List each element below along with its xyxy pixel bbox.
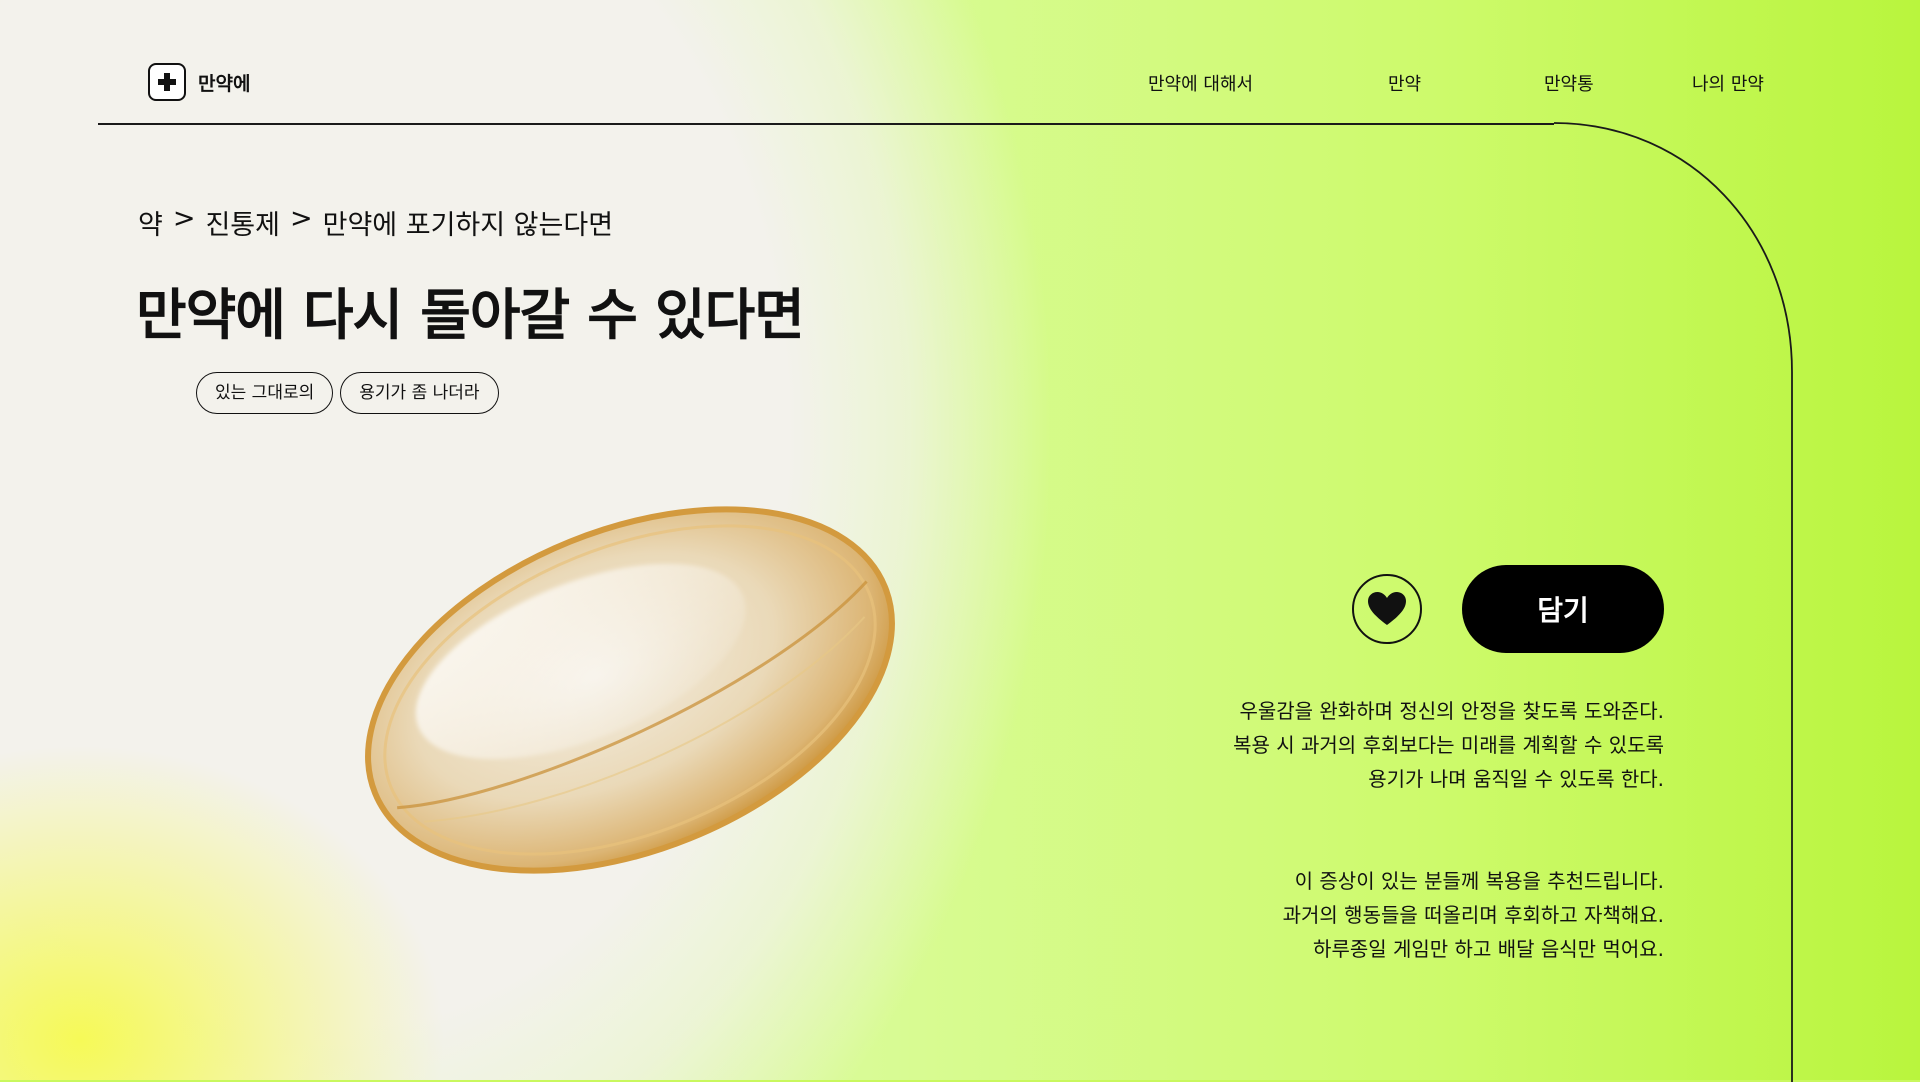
breadcrumb-item-drug[interactable]: 약 [138,203,163,242]
nav-item-manyaktong[interactable]: 만약통 [1544,70,1594,95]
nav-item-my-manyak[interactable]: 나의 만약 [1692,70,1764,95]
description-line: 우울감을 완화하며 정신의 안정을 찾도록 도와준다. [1239,699,1664,723]
description-line: 용기가 나며 움직일 수 있도록 한다. [1368,767,1664,791]
nav-link-manyak[interactable]: 만약 [1388,74,1421,95]
product-image-capsule [330,480,930,904]
breadcrumb-item-painkiller[interactable]: 진통제 [205,203,280,242]
product-title: 만약에 다시 돌아갈 수 있다면 [136,283,805,347]
medical-cross-icon [148,63,186,101]
tag-chip[interactable]: 있는 그대로의 [196,372,334,414]
add-to-cart-button[interactable]: 담기 [1462,565,1664,653]
brand-logo[interactable]: 만약에 [148,63,250,101]
recommendation-line: 하루종일 게임만 하고 배달 음식만 먹어요. [1313,937,1664,961]
product-description: 우울감을 완화하며 정신의 안정을 찾도록 도와준다. 복용 시 과거의 후회보… [1233,694,1664,796]
breadcrumb-separator: > [172,203,196,234]
breadcrumb-item-current[interactable]: 만약에 포기하지 않는다면 [323,203,613,242]
header-divider [98,123,1554,125]
recommendation-line: 과거의 행동들을 떠올리며 후회하고 자책해요. [1282,903,1664,927]
tag-chip[interactable]: 용기가 좀 나더라 [340,372,499,414]
product-recommendation: 이 증상이 있는 분들께 복용을 추천드립니다. 과거의 행동들을 떠올리며 후… [1283,864,1664,966]
product-tags: 있는 그대로의 용기가 좀 나더라 [196,372,499,414]
breadcrumb-separator: > [290,203,313,234]
breadcrumb: 약 > 진통제 > 만약에 포기하지 않는다면 [138,203,613,242]
nav-item-manyak[interactable]: 만약 [1388,70,1421,95]
favorite-button[interactable] [1352,574,1422,644]
nav-link-about[interactable]: 만약에 대해서 [1148,74,1253,95]
brand-name: 만약에 [198,72,251,95]
nav-item-about[interactable]: 만약에 대해서 [1148,70,1253,95]
recommendation-line: 이 증상이 있는 분들께 복용을 추천드립니다. [1294,869,1664,893]
heart-icon [1368,592,1406,625]
nav-link-manyaktong[interactable]: 만약통 [1544,74,1594,95]
description-line: 복용 시 과거의 후회보다는 미래를 계획할 수 있도록 [1233,733,1664,757]
nav-link-my-manyak[interactable]: 나의 만약 [1692,74,1764,95]
